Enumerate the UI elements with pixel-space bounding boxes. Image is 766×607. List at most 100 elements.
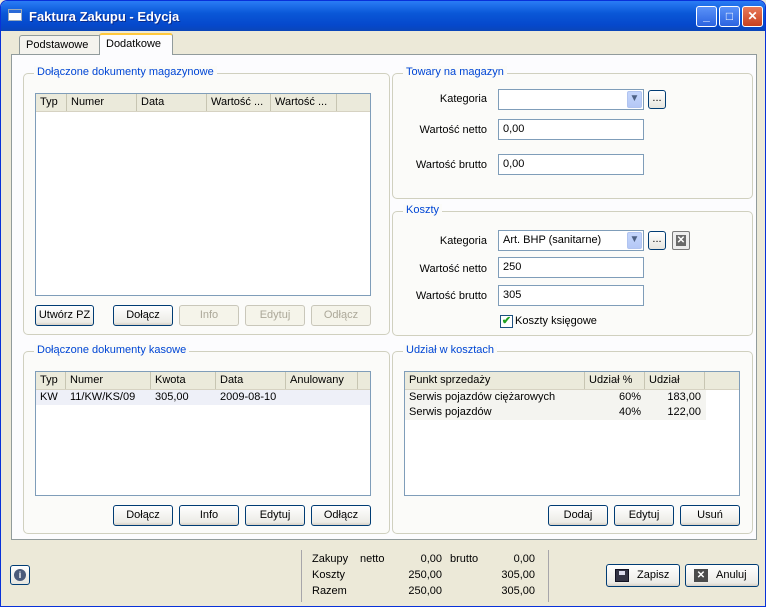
razem-label: Razem: [312, 585, 347, 597]
netto-label: netto: [360, 553, 385, 565]
column-header-wartosc-brutto[interactable]: Wartość ...: [271, 94, 337, 111]
column-header-numer[interactable]: Numer: [67, 94, 137, 111]
koszty-brutto-value: 305,00: [501, 569, 535, 581]
group-koszty: Koszty Kategoria Art. BHP (sanitarne) ▼ …: [392, 204, 753, 336]
edytuj-kasowe-button[interactable]: Edytuj: [245, 505, 305, 526]
footer-bar: i Zakupy netto 0,00 brutto 0,00 Koszty 2…: [1, 544, 765, 606]
minimize-button[interactable]: _: [696, 6, 717, 27]
towary-netto-input[interactable]: 0,00: [498, 119, 644, 140]
group-udzial: Udział w kosztach Punkt sprzedaży Udział…: [392, 344, 753, 534]
group-towary-title: Towary na magazyn: [403, 66, 507, 78]
column-header-kwota[interactable]: Kwota: [151, 372, 216, 389]
towary-netto-label: Wartość netto: [419, 124, 487, 136]
koszty-kategoria-browse-button[interactable]: ...: [648, 231, 666, 250]
koszty-ksiegowe-label: Koszty księgowe: [515, 315, 597, 327]
utworz-pz-button[interactable]: Utwórz PZ: [35, 305, 94, 326]
koszty-summary-label: Koszty: [312, 569, 346, 581]
column-header-anulowany[interactable]: Anulowany: [286, 372, 358, 389]
zakupy-brutto-value: 0,00: [513, 553, 535, 565]
towary-brutto-label: Wartość brutto: [415, 159, 487, 171]
chevron-down-icon[interactable]: ▼: [627, 232, 642, 249]
zakupy-label: Zakupy: [312, 553, 349, 565]
koszty-netto-label: Wartość netto: [419, 263, 487, 275]
towary-brutto-input[interactable]: 0,00: [498, 154, 644, 175]
edytuj-udzial-button[interactable]: Edytuj: [614, 505, 674, 526]
cell-kwota: 305,00: [155, 391, 189, 403]
group-kasowe: Dołączone dokumenty kasowe Typ Numer Kwo…: [23, 344, 390, 534]
window-icon: [8, 9, 22, 21]
koszty-brutto-label: Wartość brutto: [415, 290, 487, 302]
info-magazynowe-button[interactable]: Info: [179, 305, 239, 326]
table-row[interactable]: Serwis pojazdów 40% 122,00: [405, 405, 706, 420]
tab-panel-dodatkowe: Dołączone dokumenty magazynowe Typ Numer…: [11, 54, 757, 540]
koszty-ksiegowe-checkbox[interactable]: ✔: [500, 315, 513, 328]
koszty-kategoria-combo[interactable]: Art. BHP (sanitarne) ▼: [498, 230, 644, 251]
razem-brutto-value: 305,00: [501, 585, 535, 597]
magazynowe-grid[interactable]: Typ Numer Data Wartość ... Wartość ...: [35, 93, 371, 296]
cell-procent: 60%: [618, 391, 641, 403]
koszty-brutto-input[interactable]: 305: [498, 285, 644, 306]
kasowe-grid-header: Typ Numer Kwota Data Anulowany: [36, 372, 370, 390]
cell-udzial: 122,00: [667, 406, 701, 418]
udzial-grid-header: Punkt sprzedaży Udział % Udział: [405, 372, 739, 390]
razem-netto-value: 250,00: [408, 585, 442, 597]
table-row[interactable]: KW 11/KW/KS/09 305,00 2009-08-10: [36, 390, 370, 405]
table-row[interactable]: Serwis pojazdów ciężarowych 60% 183,00: [405, 390, 706, 405]
zapisz-label: Zapisz: [637, 569, 670, 581]
close-button[interactable]: ✕: [742, 6, 763, 27]
column-header-wartosc-netto[interactable]: Wartość ...: [207, 94, 271, 111]
cell-udzial: 183,00: [667, 391, 701, 403]
towary-kategoria-label: Kategoria: [439, 93, 487, 105]
group-koszty-title: Koszty: [403, 204, 443, 216]
magazynowe-grid-header: Typ Numer Data Wartość ... Wartość ...: [36, 94, 370, 112]
cell-punkt: Serwis pojazdów: [409, 406, 492, 418]
group-magazynowe-title: Dołączone dokumenty magazynowe: [34, 66, 217, 78]
save-icon: [615, 569, 629, 582]
column-header-data[interactable]: Data: [137, 94, 207, 111]
cell-typ: KW: [40, 391, 58, 403]
koszty-kategoria-label: Kategoria: [439, 235, 487, 247]
cell-punkt: Serwis pojazdów ciężarowych: [409, 391, 556, 403]
anuluj-label: Anuluj: [716, 569, 747, 581]
column-header-udzial[interactable]: Udział: [645, 372, 705, 389]
towary-kategoria-browse-button[interactable]: ...: [648, 90, 666, 109]
info-kasowe-button[interactable]: Info: [179, 505, 239, 526]
tab-dodatkowe[interactable]: Dodatkowe: [99, 33, 173, 55]
column-header-udzial-procent[interactable]: Udział %: [585, 372, 645, 389]
koszty-kategoria-value: Art. BHP (sanitarne): [503, 234, 602, 246]
column-header-typ[interactable]: Typ: [36, 372, 66, 389]
zapisz-button[interactable]: Zapisz: [606, 564, 680, 587]
totals-summary: Zakupy netto 0,00 brutto 0,00 Koszty 250…: [301, 550, 549, 602]
dolacz-magazynowe-button[interactable]: Dołącz: [113, 305, 173, 326]
title-bar[interactable]: Faktura Zakupu - Edycja _ □ ✕: [1, 1, 765, 31]
odlacz-magazynowe-button[interactable]: Odłącz: [311, 305, 371, 326]
chevron-down-icon[interactable]: ▼: [627, 91, 642, 108]
dolacz-kasowe-button[interactable]: Dołącz: [113, 505, 173, 526]
cell-numer: 11/KW/KS/09: [70, 391, 136, 403]
cell-anulowany: [286, 390, 358, 405]
usun-button[interactable]: Usuń: [680, 505, 740, 526]
info-icon: i: [14, 569, 26, 581]
column-header-data[interactable]: Data: [216, 372, 286, 389]
kasowe-grid[interactable]: Typ Numer Kwota Data Anulowany KW 11/KW/…: [35, 371, 371, 496]
koszty-kategoria-clear-button[interactable]: ✕: [672, 231, 690, 250]
anuluj-button[interactable]: ✕ Anuluj: [685, 564, 759, 587]
koszty-netto-value: 250,00: [408, 569, 442, 581]
group-magazynowe: Dołączone dokumenty magazynowe Typ Numer…: [23, 66, 390, 335]
koszty-netto-input[interactable]: 250: [498, 257, 644, 278]
tab-podstawowe[interactable]: Podstawowe: [19, 35, 101, 55]
column-header-punkt[interactable]: Punkt sprzedaży: [405, 372, 585, 389]
faktura-zakupu-window: Faktura Zakupu - Edycja _ □ ✕ Podstawowe…: [0, 0, 766, 607]
column-header-typ[interactable]: Typ: [36, 94, 67, 111]
info-button[interactable]: i: [10, 565, 30, 585]
cancel-icon: ✕: [694, 569, 708, 582]
dodaj-button[interactable]: Dodaj: [548, 505, 608, 526]
odlacz-kasowe-button[interactable]: Odłącz: [311, 505, 371, 526]
towary-kategoria-combo[interactable]: ▼: [498, 89, 644, 110]
window-title: Faktura Zakupu - Edycja: [29, 9, 180, 24]
udzial-grid[interactable]: Punkt sprzedaży Udział % Udział Serwis p…: [404, 371, 740, 496]
edytuj-magazynowe-button[interactable]: Edytuj: [245, 305, 305, 326]
zakupy-netto-value: 0,00: [420, 553, 442, 565]
column-header-numer[interactable]: Numer: [66, 372, 151, 389]
maximize-button[interactable]: □: [719, 6, 740, 27]
